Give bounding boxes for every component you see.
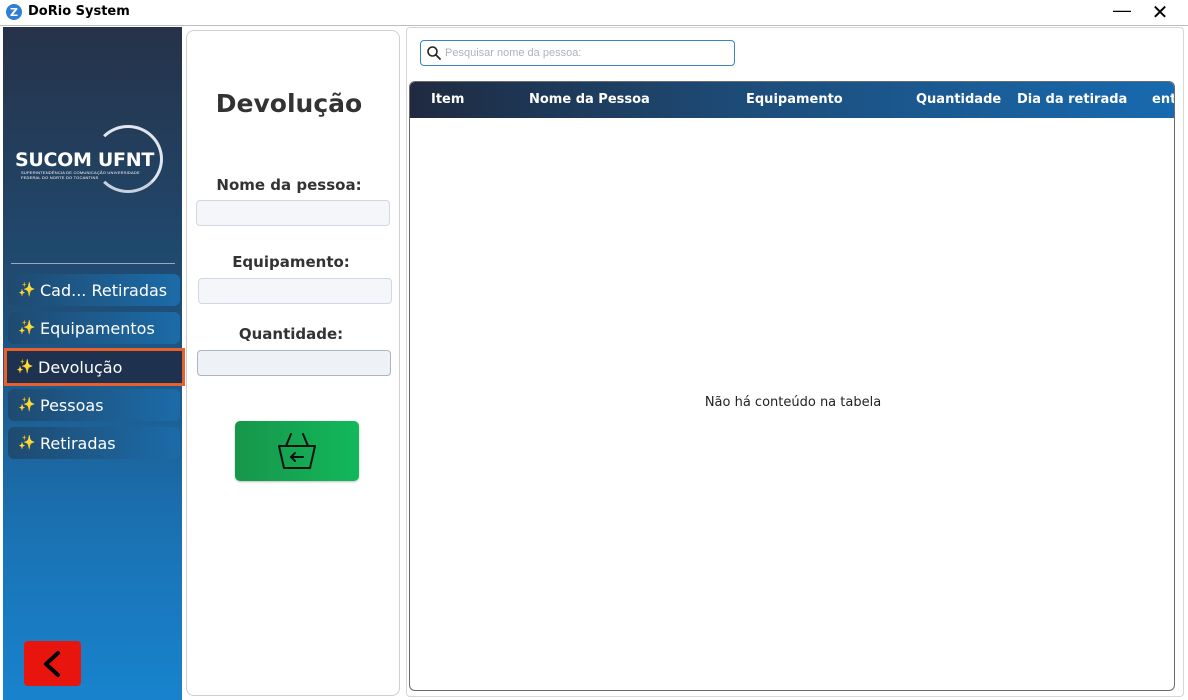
- sidebar-item-label: Cad... Retiradas: [40, 280, 168, 300]
- search-input[interactable]: [445, 44, 730, 62]
- sidebar-item-pessoas[interactable]: ✨ Pessoas: [8, 389, 180, 421]
- minimize-button[interactable]: —: [1110, 0, 1134, 24]
- app-logo-icon: Z: [6, 4, 22, 20]
- sidebar-item-label: Equipamentos: [40, 318, 155, 338]
- table-header: Item Nome da Pessoa Equipamento Quantida…: [410, 82, 1174, 118]
- sidebar-item-retiradas[interactable]: ✨ Retiradas: [8, 427, 180, 459]
- sidebar-item-cad-retiradas[interactable]: ✨ Cad... Retiradas: [8, 274, 180, 306]
- window-title: DoRio System: [28, 4, 130, 19]
- sidebar-item-label: Devolução: [38, 357, 123, 377]
- chevron-left-icon: [44, 651, 60, 677]
- sparkle-wand-icon: ✨: [18, 435, 36, 451]
- column-header-equipment[interactable]: Equipamento: [746, 92, 843, 107]
- search-icon: [427, 46, 441, 60]
- back-button[interactable]: [24, 641, 81, 686]
- sidebar-item-label: Pessoas: [40, 395, 104, 415]
- column-header-return[interactable]: entr: [1152, 92, 1174, 107]
- person-name-field[interactable]: [196, 200, 390, 226]
- sparkle-wand-icon: ✨: [18, 282, 36, 298]
- sidebar-divider: [11, 263, 175, 264]
- close-button[interactable]: ✕: [1148, 0, 1172, 24]
- column-header-person-name[interactable]: Nome da Pessoa: [529, 92, 650, 107]
- sparkle-wand-icon: ✨: [18, 397, 36, 413]
- return-form-panel: Devolução Nome da pessoa: Equipamento: Q…: [186, 30, 400, 696]
- column-header-item[interactable]: Item: [431, 92, 464, 107]
- equipment-label: Equipamento:: [232, 253, 350, 271]
- sidebar: SUCOM UFNT SUPERINTENDÊNCIA DE COMUNICAÇ…: [3, 27, 185, 700]
- title-bar: Z DoRio System — ✕: [0, 0, 1188, 24]
- person-name-label: Nome da pessoa:: [216, 176, 362, 194]
- quantity-field[interactable]: [197, 350, 391, 376]
- sidebar-item-equipamentos[interactable]: ✨ Equipamentos: [8, 312, 180, 344]
- sparkle-wand-icon: ✨: [16, 359, 34, 375]
- brand-subtitle: SUPERINTENDÊNCIA DE COMUNICAÇÃO UNIVERSI…: [21, 170, 140, 180]
- empty-table-message: Não há conteúdo na tabela: [704, 395, 882, 410]
- equipment-field[interactable]: [198, 278, 392, 304]
- brand-name: SUCOM UFNT: [15, 149, 154, 171]
- return-submit-button[interactable]: [235, 421, 359, 481]
- title-separator: [0, 25, 1188, 26]
- sparkle-wand-icon: ✨: [18, 320, 36, 336]
- brand-logo: SUCOM UFNT SUPERINTENDÊNCIA DE COMUNICAÇ…: [13, 125, 173, 195]
- sidebar-item-label: Retiradas: [40, 433, 116, 453]
- quantity-label: Quantidade:: [238, 325, 344, 343]
- table-panel: Item Nome da Pessoa Equipamento Quantida…: [406, 27, 1184, 697]
- sidebar-item-devolucao[interactable]: ✨ Devolução: [4, 348, 185, 386]
- basket-return-icon: [278, 433, 316, 469]
- search-box[interactable]: [420, 40, 735, 66]
- column-header-quantity[interactable]: Quantidade: [916, 92, 1001, 107]
- records-table: Item Nome da Pessoa Equipamento Quantida…: [409, 81, 1175, 691]
- column-header-withdrawal-day[interactable]: Dia da retirada: [1017, 92, 1127, 107]
- form-title: Devolução: [215, 89, 363, 118]
